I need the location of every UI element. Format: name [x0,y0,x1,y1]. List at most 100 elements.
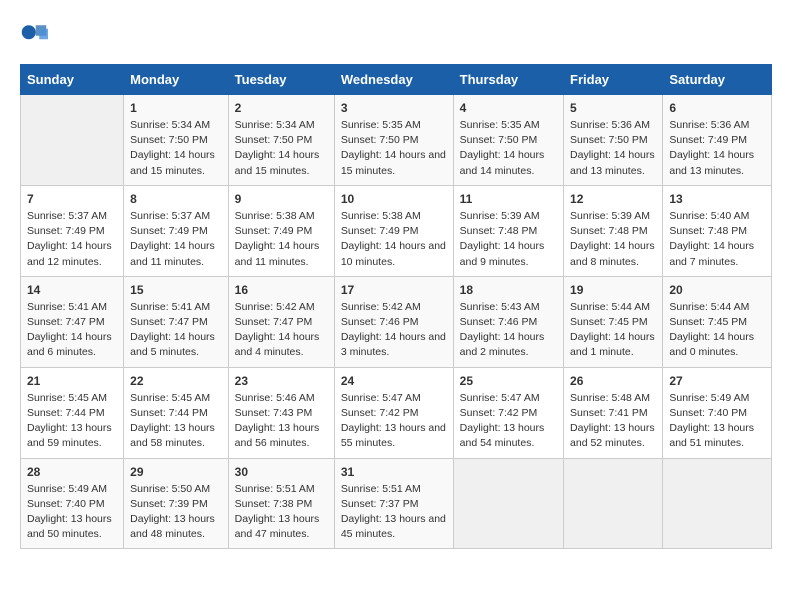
day-number: 23 [235,374,328,388]
day-number: 1 [130,101,222,115]
calendar-cell: 27 Sunrise: 5:49 AM Sunset: 7:40 PM Dayl… [663,367,772,458]
header-cell-saturday: Saturday [663,65,772,95]
sunrise: Sunrise: 5:44 AM [669,301,749,313]
sunset: Sunset: 7:50 PM [130,134,208,146]
cell-content: Sunrise: 5:35 AM Sunset: 7:50 PM Dayligh… [460,118,557,179]
calendar-cell: 12 Sunrise: 5:39 AM Sunset: 7:48 PM Dayl… [564,185,663,276]
calendar-cell: 16 Sunrise: 5:42 AM Sunset: 7:47 PM Dayl… [228,276,334,367]
day-number: 9 [235,192,328,206]
calendar-cell: 21 Sunrise: 5:45 AM Sunset: 7:44 PM Dayl… [21,367,124,458]
week-row-1: 1 Sunrise: 5:34 AM Sunset: 7:50 PM Dayli… [21,95,772,186]
sunrise: Sunrise: 5:39 AM [460,210,540,222]
sunset: Sunset: 7:48 PM [460,225,538,237]
header-cell-monday: Monday [124,65,229,95]
calendar-cell: 20 Sunrise: 5:44 AM Sunset: 7:45 PM Dayl… [663,276,772,367]
sunrise: Sunrise: 5:50 AM [130,483,210,495]
day-number: 24 [341,374,447,388]
sunrise: Sunrise: 5:51 AM [341,483,421,495]
day-number: 16 [235,283,328,297]
daylight: Daylight: 14 hours and 8 minutes. [570,240,655,267]
day-number: 26 [570,374,656,388]
sunset: Sunset: 7:49 PM [341,225,419,237]
daylight: Daylight: 13 hours and 56 minutes. [235,422,320,449]
calendar-cell: 22 Sunrise: 5:45 AM Sunset: 7:44 PM Dayl… [124,367,229,458]
cell-content: Sunrise: 5:47 AM Sunset: 7:42 PM Dayligh… [341,391,447,452]
cell-content: Sunrise: 5:40 AM Sunset: 7:48 PM Dayligh… [669,209,765,270]
sunrise: Sunrise: 5:49 AM [669,392,749,404]
sunset: Sunset: 7:50 PM [460,134,538,146]
day-number: 21 [27,374,117,388]
cell-content: Sunrise: 5:34 AM Sunset: 7:50 PM Dayligh… [130,118,222,179]
daylight: Daylight: 14 hours and 1 minute. [570,331,655,358]
sunset: Sunset: 7:49 PM [235,225,313,237]
calendar-cell: 18 Sunrise: 5:43 AM Sunset: 7:46 PM Dayl… [453,276,563,367]
header-cell-sunday: Sunday [21,65,124,95]
sunset: Sunset: 7:46 PM [460,316,538,328]
sunrise: Sunrise: 5:42 AM [341,301,421,313]
sunrise: Sunrise: 5:38 AM [235,210,315,222]
calendar-cell: 9 Sunrise: 5:38 AM Sunset: 7:49 PM Dayli… [228,185,334,276]
day-number: 10 [341,192,447,206]
cell-content: Sunrise: 5:47 AM Sunset: 7:42 PM Dayligh… [460,391,557,452]
sunset: Sunset: 7:42 PM [341,407,419,419]
day-number: 2 [235,101,328,115]
cell-content: Sunrise: 5:38 AM Sunset: 7:49 PM Dayligh… [341,209,447,270]
sunset: Sunset: 7:49 PM [669,134,747,146]
day-number: 19 [570,283,656,297]
sunrise: Sunrise: 5:41 AM [130,301,210,313]
calendar-cell: 3 Sunrise: 5:35 AM Sunset: 7:50 PM Dayli… [334,95,453,186]
daylight: Daylight: 14 hours and 15 minutes. [130,149,215,176]
day-number: 25 [460,374,557,388]
day-number: 17 [341,283,447,297]
cell-content: Sunrise: 5:44 AM Sunset: 7:45 PM Dayligh… [570,300,656,361]
daylight: Daylight: 14 hours and 7 minutes. [669,240,754,267]
day-number: 5 [570,101,656,115]
sunset: Sunset: 7:48 PM [570,225,648,237]
sunrise: Sunrise: 5:47 AM [460,392,540,404]
sunrise: Sunrise: 5:36 AM [570,119,650,131]
sunset: Sunset: 7:42 PM [460,407,538,419]
sunset: Sunset: 7:45 PM [669,316,747,328]
daylight: Daylight: 14 hours and 13 minutes. [570,149,655,176]
sunrise: Sunrise: 5:35 AM [341,119,421,131]
daylight: Daylight: 13 hours and 47 minutes. [235,513,320,540]
cell-content: Sunrise: 5:41 AM Sunset: 7:47 PM Dayligh… [130,300,222,361]
sunset: Sunset: 7:47 PM [130,316,208,328]
day-number: 20 [669,283,765,297]
daylight: Daylight: 13 hours and 51 minutes. [669,422,754,449]
calendar-cell [663,458,772,549]
cell-content: Sunrise: 5:38 AM Sunset: 7:49 PM Dayligh… [235,209,328,270]
sunrise: Sunrise: 5:37 AM [27,210,107,222]
daylight: Daylight: 14 hours and 15 minutes. [235,149,320,176]
cell-content: Sunrise: 5:35 AM Sunset: 7:50 PM Dayligh… [341,118,447,179]
cell-content: Sunrise: 5:45 AM Sunset: 7:44 PM Dayligh… [130,391,222,452]
sunrise: Sunrise: 5:39 AM [570,210,650,222]
cell-content: Sunrise: 5:42 AM Sunset: 7:46 PM Dayligh… [341,300,447,361]
calendar-cell: 5 Sunrise: 5:36 AM Sunset: 7:50 PM Dayli… [564,95,663,186]
sunrise: Sunrise: 5:34 AM [130,119,210,131]
calendar-cell: 25 Sunrise: 5:47 AM Sunset: 7:42 PM Dayl… [453,367,563,458]
daylight: Daylight: 13 hours and 55 minutes. [341,422,446,449]
calendar-cell: 2 Sunrise: 5:34 AM Sunset: 7:50 PM Dayli… [228,95,334,186]
daylight: Daylight: 14 hours and 13 minutes. [669,149,754,176]
sunset: Sunset: 7:41 PM [570,407,648,419]
header-row: SundayMondayTuesdayWednesdayThursdayFrid… [21,65,772,95]
sunset: Sunset: 7:46 PM [341,316,419,328]
cell-content: Sunrise: 5:37 AM Sunset: 7:49 PM Dayligh… [130,209,222,270]
header-cell-thursday: Thursday [453,65,563,95]
cell-content: Sunrise: 5:34 AM Sunset: 7:50 PM Dayligh… [235,118,328,179]
calendar-cell: 15 Sunrise: 5:41 AM Sunset: 7:47 PM Dayl… [124,276,229,367]
daylight: Daylight: 14 hours and 12 minutes. [27,240,112,267]
day-number: 11 [460,192,557,206]
day-number: 7 [27,192,117,206]
day-number: 30 [235,465,328,479]
sunset: Sunset: 7:40 PM [669,407,747,419]
week-row-4: 21 Sunrise: 5:45 AM Sunset: 7:44 PM Dayl… [21,367,772,458]
daylight: Daylight: 14 hours and 14 minutes. [460,149,545,176]
sunset: Sunset: 7:48 PM [669,225,747,237]
cell-content: Sunrise: 5:50 AM Sunset: 7:39 PM Dayligh… [130,482,222,543]
sunrise: Sunrise: 5:42 AM [235,301,315,313]
calendar-cell [564,458,663,549]
calendar-cell: 31 Sunrise: 5:51 AM Sunset: 7:37 PM Dayl… [334,458,453,549]
calendar-cell [453,458,563,549]
